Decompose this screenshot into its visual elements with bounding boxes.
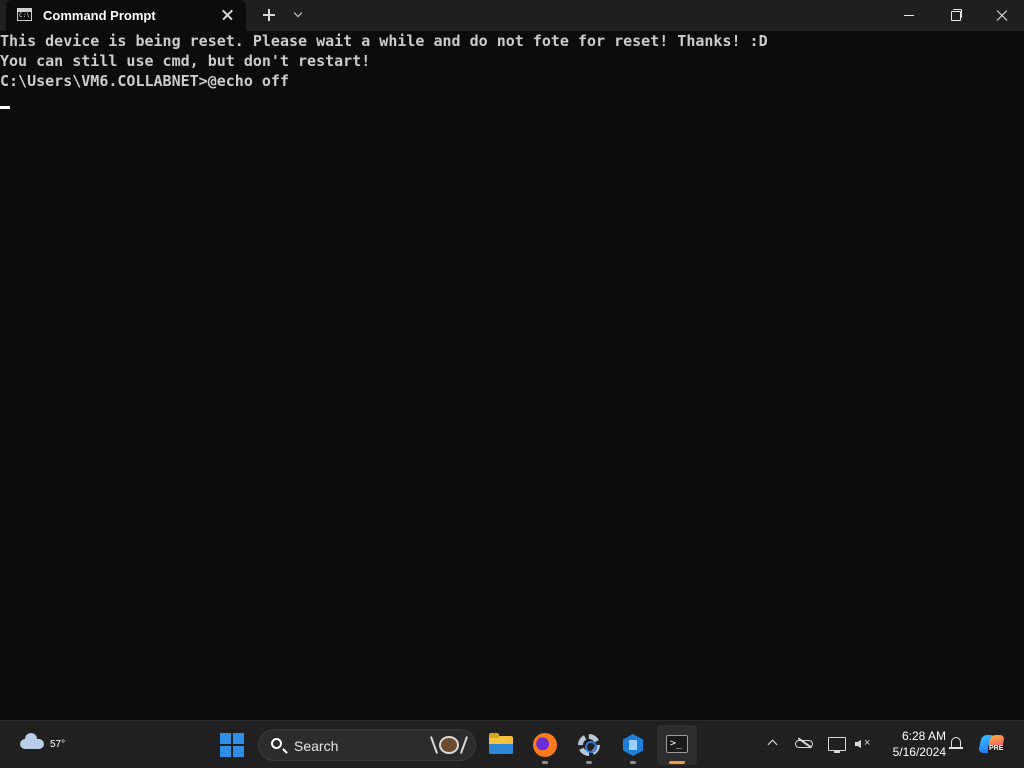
tab-command-prompt[interactable]: C:\. Command Prompt — [6, 0, 246, 31]
search-highlight-icon — [429, 732, 469, 758]
copilot-icon[interactable]: PRE — [978, 733, 1005, 755]
minimize-icon[interactable] — [886, 0, 932, 31]
tab-close-icon[interactable] — [216, 3, 240, 27]
terminal-prompt-glyph: >_ — [670, 738, 683, 749]
taskbar-app-terminal[interactable]: >_ — [657, 725, 697, 765]
running-indicator — [630, 761, 636, 764]
cube-icon — [623, 734, 643, 756]
search-label: Search — [294, 738, 339, 754]
restore-icon[interactable] — [932, 0, 978, 31]
volume-muted-icon[interactable] — [855, 737, 873, 751]
text-cursor — [0, 106, 10, 109]
show-hidden-icons-chevron-icon[interactable] — [765, 735, 781, 751]
terminal-icon: >_ — [666, 735, 688, 753]
start-button[interactable] — [220, 733, 244, 757]
taskbar: 57° Search >_ 6:28 AM 5/16 — [0, 720, 1024, 768]
network-icon[interactable] — [828, 737, 846, 753]
console-line: You can still use cmd, but don't restart… — [0, 52, 371, 70]
title-bar: C:\. Command Prompt — [0, 0, 1024, 31]
chevron-down-icon[interactable] — [288, 4, 310, 26]
onedrive-offline-icon[interactable] — [795, 737, 815, 749]
running-indicator — [586, 761, 592, 764]
copilot-preview-badge: PRE — [988, 745, 1005, 753]
active-indicator — [669, 761, 685, 764]
running-indicator — [542, 761, 548, 764]
cloud-icon — [20, 733, 44, 749]
console-line: This device is being reset. Please wait … — [0, 32, 768, 50]
firefox-icon — [533, 733, 557, 757]
taskbar-app-file-explorer[interactable] — [481, 725, 521, 765]
taskbar-app-firefox[interactable] — [525, 725, 565, 765]
windows-logo-icon — [220, 733, 231, 744]
tab-title: Command Prompt — [43, 8, 156, 23]
console-output[interactable]: This device is being reset. Please wait … — [0, 31, 1024, 721]
cmd-icon: C:\. — [17, 8, 34, 21]
close-icon[interactable] — [978, 0, 1024, 31]
weather-widget[interactable]: 57° — [18, 731, 65, 757]
search-icon — [271, 738, 282, 749]
notification-bell-icon[interactable] — [949, 737, 963, 751]
clock[interactable]: 6:28 AM 5/16/2024 — [880, 728, 946, 760]
taskbar-app-settings[interactable] — [569, 725, 609, 765]
folder-icon — [489, 733, 513, 754]
weather-temperature: 57° — [50, 739, 66, 750]
gear-icon — [578, 734, 600, 756]
clock-date: 5/16/2024 — [892, 745, 946, 759]
console-prompt-line: C:\Users\VM6.COLLABNET>@echo off — [0, 72, 289, 90]
clock-time: 6:28 AM — [901, 729, 946, 743]
cmd-icon-glyph: C:\. — [19, 12, 34, 19]
taskbar-search-box[interactable]: Search — [258, 729, 476, 761]
taskbar-app-blue[interactable] — [613, 725, 653, 765]
new-tab-plus-icon[interactable] — [258, 4, 280, 26]
